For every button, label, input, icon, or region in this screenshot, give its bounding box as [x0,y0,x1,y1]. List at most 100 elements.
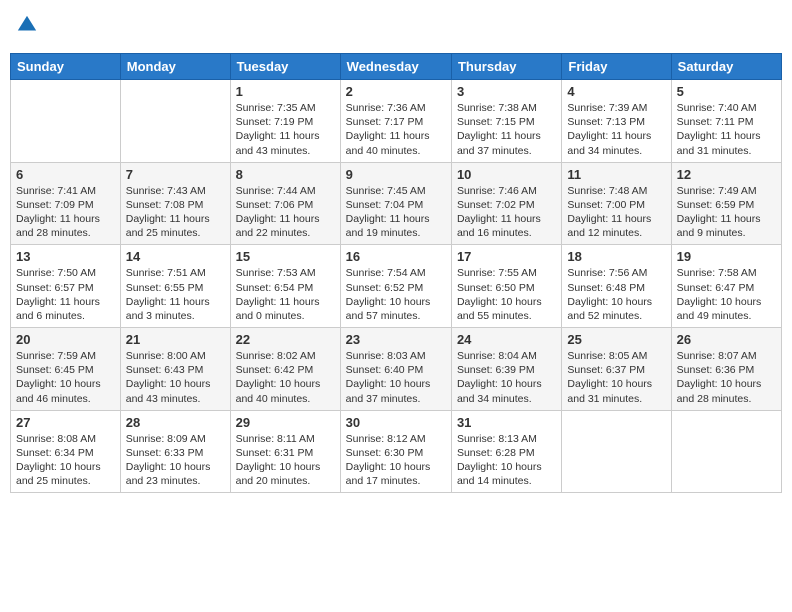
day-info: Sunrise: 8:13 AMSunset: 6:28 PMDaylight:… [457,432,556,489]
weekday-header-wednesday: Wednesday [340,54,451,80]
day-number: 10 [457,167,556,182]
day-info: Sunrise: 7:55 AMSunset: 6:50 PMDaylight:… [457,266,556,323]
calendar-cell: 12 Sunrise: 7:49 AMSunset: 6:59 PMDayligh… [671,162,781,245]
calendar-cell: 30 Sunrise: 8:12 AMSunset: 6:30 PMDayligh… [340,410,451,493]
logo [16,14,40,41]
day-number: 6 [16,167,115,182]
day-info: Sunrise: 7:38 AMSunset: 7:15 PMDaylight:… [457,101,556,158]
day-info: Sunrise: 7:44 AMSunset: 7:06 PMDaylight:… [236,184,335,241]
day-number: 30 [346,415,446,430]
day-info: Sunrise: 7:41 AMSunset: 7:09 PMDaylight:… [16,184,115,241]
day-number: 13 [16,249,115,264]
day-number: 14 [126,249,225,264]
calendar-cell: 5 Sunrise: 7:40 AMSunset: 7:11 PMDaylight… [671,80,781,163]
day-info: Sunrise: 7:50 AMSunset: 6:57 PMDaylight:… [16,266,115,323]
calendar-cell: 6 Sunrise: 7:41 AMSunset: 7:09 PMDaylight… [11,162,121,245]
day-number: 26 [677,332,776,347]
day-number: 29 [236,415,335,430]
calendar-cell: 4 Sunrise: 7:39 AMSunset: 7:13 PMDaylight… [562,80,671,163]
day-info: Sunrise: 7:49 AMSunset: 6:59 PMDaylight:… [677,184,776,241]
calendar-week-row: 20 Sunrise: 7:59 AMSunset: 6:45 PMDayligh… [11,328,782,411]
day-info: Sunrise: 7:51 AMSunset: 6:55 PMDaylight:… [126,266,225,323]
weekday-header-tuesday: Tuesday [230,54,340,80]
calendar-cell: 15 Sunrise: 7:53 AMSunset: 6:54 PMDayligh… [230,245,340,328]
calendar-week-row: 13 Sunrise: 7:50 AMSunset: 6:57 PMDayligh… [11,245,782,328]
day-number: 17 [457,249,556,264]
day-info: Sunrise: 7:35 AMSunset: 7:19 PMDaylight:… [236,101,335,158]
day-info: Sunrise: 7:40 AMSunset: 7:11 PMDaylight:… [677,101,776,158]
day-number: 1 [236,84,335,99]
calendar-cell: 31 Sunrise: 8:13 AMSunset: 6:28 PMDayligh… [451,410,561,493]
day-info: Sunrise: 8:02 AMSunset: 6:42 PMDaylight:… [236,349,335,406]
calendar-cell: 2 Sunrise: 7:36 AMSunset: 7:17 PMDaylight… [340,80,451,163]
day-info: Sunrise: 8:00 AMSunset: 6:43 PMDaylight:… [126,349,225,406]
day-info: Sunrise: 8:04 AMSunset: 6:39 PMDaylight:… [457,349,556,406]
calendar-cell: 1 Sunrise: 7:35 AMSunset: 7:19 PMDaylight… [230,80,340,163]
calendar-cell [671,410,781,493]
day-number: 16 [346,249,446,264]
calendar-cell: 3 Sunrise: 7:38 AMSunset: 7:15 PMDaylight… [451,80,561,163]
calendar-cell: 17 Sunrise: 7:55 AMSunset: 6:50 PMDayligh… [451,245,561,328]
calendar-cell: 9 Sunrise: 7:45 AMSunset: 7:04 PMDaylight… [340,162,451,245]
day-info: Sunrise: 7:43 AMSunset: 7:08 PMDaylight:… [126,184,225,241]
calendar-cell: 7Sunrise: 7:43 AMSunset: 7:08 PMDaylight… [120,162,230,245]
day-number: 5 [677,84,776,99]
day-number: 31 [457,415,556,430]
day-info: Sunrise: 7:46 AMSunset: 7:02 PMDaylight:… [457,184,556,241]
day-info: Sunrise: 8:07 AMSunset: 6:36 PMDaylight:… [677,349,776,406]
calendar-cell [120,80,230,163]
day-info: Sunrise: 7:45 AMSunset: 7:04 PMDaylight:… [346,184,446,241]
day-info: Sunrise: 7:39 AMSunset: 7:13 PMDaylight:… [567,101,665,158]
day-number: 23 [346,332,446,347]
calendar-cell: 22Sunrise: 8:02 AMSunset: 6:42 PMDayligh… [230,328,340,411]
day-info: Sunrise: 7:36 AMSunset: 7:17 PMDaylight:… [346,101,446,158]
calendar-week-row: 6 Sunrise: 7:41 AMSunset: 7:09 PMDaylight… [11,162,782,245]
calendar-cell: 20 Sunrise: 7:59 AMSunset: 6:45 PMDayligh… [11,328,121,411]
calendar-cell: 11 Sunrise: 7:48 AMSunset: 7:00 PMDayligh… [562,162,671,245]
day-info: Sunrise: 8:12 AMSunset: 6:30 PMDaylight:… [346,432,446,489]
calendar-cell: 18Sunrise: 7:56 AMSunset: 6:48 PMDayligh… [562,245,671,328]
day-info: Sunrise: 7:53 AMSunset: 6:54 PMDaylight:… [236,266,335,323]
calendar-cell: 19Sunrise: 7:58 AMSunset: 6:47 PMDayligh… [671,245,781,328]
day-number: 21 [126,332,225,347]
weekday-header-sunday: Sunday [11,54,121,80]
calendar-table: SundayMondayTuesdayWednesdayThursdayFrid… [10,53,782,493]
day-number: 9 [346,167,446,182]
calendar-week-row: 27 Sunrise: 8:08 AMSunset: 6:34 PMDayligh… [11,410,782,493]
day-info: Sunrise: 8:09 AMSunset: 6:33 PMDaylight:… [126,432,225,489]
calendar-cell: 29 Sunrise: 8:11 AMSunset: 6:31 PMDayligh… [230,410,340,493]
calendar-cell: 27 Sunrise: 8:08 AMSunset: 6:34 PMDayligh… [11,410,121,493]
calendar-cell: 25 Sunrise: 8:05 AMSunset: 6:37 PMDayligh… [562,328,671,411]
calendar-cell [11,80,121,163]
calendar-cell: 8Sunrise: 7:44 AMSunset: 7:06 PMDaylight… [230,162,340,245]
weekday-header-row: SundayMondayTuesdayWednesdayThursdayFrid… [11,54,782,80]
day-number: 4 [567,84,665,99]
day-number: 20 [16,332,115,347]
day-info: Sunrise: 7:48 AMSunset: 7:00 PMDaylight:… [567,184,665,241]
day-info: Sunrise: 7:59 AMSunset: 6:45 PMDaylight:… [16,349,115,406]
day-number: 11 [567,167,665,182]
day-number: 3 [457,84,556,99]
weekday-header-thursday: Thursday [451,54,561,80]
calendar-cell: 21 Sunrise: 8:00 AMSunset: 6:43 PMDayligh… [120,328,230,411]
day-number: 27 [16,415,115,430]
day-info: Sunrise: 8:08 AMSunset: 6:34 PMDaylight:… [16,432,115,489]
calendar-cell: 26 Sunrise: 8:07 AMSunset: 6:36 PMDayligh… [671,328,781,411]
day-info: Sunrise: 8:11 AMSunset: 6:31 PMDaylight:… [236,432,335,489]
day-number: 25 [567,332,665,347]
day-number: 2 [346,84,446,99]
calendar-cell: 13 Sunrise: 7:50 AMSunset: 6:57 PMDayligh… [11,245,121,328]
calendar-cell [562,410,671,493]
weekday-header-friday: Friday [562,54,671,80]
page-header [10,10,782,45]
weekday-header-monday: Monday [120,54,230,80]
day-number: 24 [457,332,556,347]
day-info: Sunrise: 7:58 AMSunset: 6:47 PMDaylight:… [677,266,776,323]
day-number: 15 [236,249,335,264]
day-info: Sunrise: 7:54 AMSunset: 6:52 PMDaylight:… [346,266,446,323]
logo-icon [16,14,38,36]
calendar-cell: 16 Sunrise: 7:54 AMSunset: 6:52 PMDayligh… [340,245,451,328]
calendar-cell: 28Sunrise: 8:09 AMSunset: 6:33 PMDayligh… [120,410,230,493]
day-number: 12 [677,167,776,182]
day-info: Sunrise: 8:05 AMSunset: 6:37 PMDaylight:… [567,349,665,406]
